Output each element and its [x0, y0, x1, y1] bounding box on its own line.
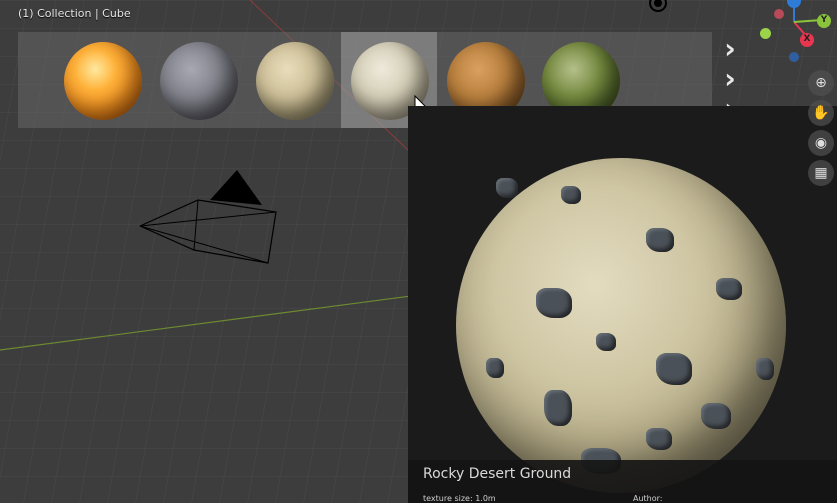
rock-decoration [646, 228, 674, 252]
rock-decoration [596, 333, 616, 351]
gizmo-y-neg-dot[interactable] [760, 28, 771, 39]
grid-ortho-icon[interactable]: ▦ [808, 160, 834, 186]
rock-decoration [561, 186, 581, 204]
material-thumbnail-granite[interactable] [150, 32, 246, 128]
material-thumbnail-lava[interactable] [54, 32, 150, 128]
rock-decoration [716, 278, 742, 300]
camera-view-icon[interactable]: ◉ [808, 130, 834, 156]
rock-decoration [656, 353, 692, 385]
sphere-thumbnail [64, 42, 142, 120]
material-preview-image [456, 158, 786, 493]
material-thumbnail-sandstone[interactable] [246, 32, 342, 128]
preview-texture-size: texture size: 1.0m [423, 494, 496, 503]
rock-decoration [544, 390, 572, 426]
3d-viewport[interactable]: (1) Collection | Cube X Y ⊕ › › Rocky De… [0, 0, 837, 503]
gizmo-x-neg-dot[interactable] [774, 9, 784, 19]
rock-decoration [701, 403, 731, 429]
rock-decoration [756, 358, 774, 380]
sphere-thumbnail [160, 42, 238, 120]
preview-material-name: Rocky Desert Ground [423, 466, 572, 482]
zoom-icon[interactable]: ⊕ [808, 70, 834, 96]
rock-decoration [646, 428, 672, 450]
rock-decoration [536, 288, 572, 318]
gizmo-z-neg-dot[interactable] [789, 52, 799, 62]
sphere-thumbnail [256, 42, 334, 120]
material-preview-panel: Rocky Desert Ground texture size: 1.0m A… [408, 106, 837, 503]
rock-decoration [486, 358, 504, 378]
rock-decoration [496, 178, 518, 198]
navigation-gizmo[interactable]: X Y [760, 0, 837, 70]
preview-author: Author: [633, 494, 663, 503]
viewport-title: (1) Collection | Cube [18, 7, 131, 20]
chevron-right-icon[interactable]: › [719, 65, 741, 93]
hand-pan-icon[interactable]: ✋ [808, 100, 834, 126]
gizmo-y-label: Y [820, 15, 828, 25]
chevron-right-icon[interactable]: › [719, 35, 741, 63]
gizmo-x-label: X [803, 34, 811, 44]
